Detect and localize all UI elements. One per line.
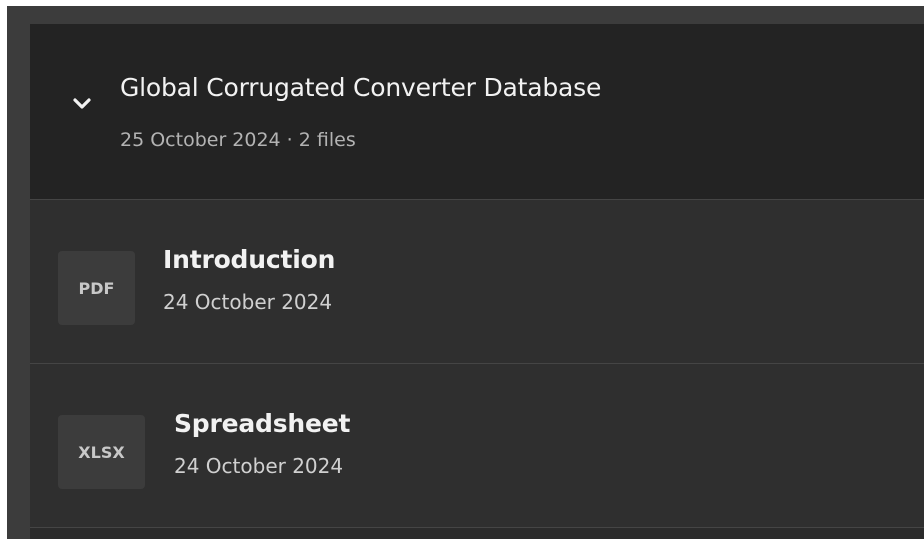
next-group-edge <box>30 528 924 539</box>
file-name[interactable]: Spreadsheet <box>174 409 350 438</box>
group-header[interactable]: Global Corrugated Converter Database 25 … <box>30 24 924 200</box>
file-type-badge: XLSX <box>58 415 145 489</box>
file-list-container: Global Corrugated Converter Database 25 … <box>7 6 924 539</box>
file-type-badge: PDF <box>58 251 135 325</box>
group-title: Global Corrugated Converter Database <box>120 73 602 102</box>
file-date: 24 October 2024 <box>163 290 333 314</box>
chevron-down-icon[interactable] <box>72 97 92 111</box>
file-group-panel: Global Corrugated Converter Database 25 … <box>30 24 924 539</box>
file-row[interactable]: XLSX Spreadsheet 24 October 2024 <box>30 364 924 528</box>
file-row[interactable]: PDF Introduction 24 October 2024 <box>30 200 924 364</box>
file-name[interactable]: Introduction <box>163 245 335 274</box>
file-date: 24 October 2024 <box>174 454 344 478</box>
group-meta: 25 October 2024 · 2 files <box>120 129 356 151</box>
